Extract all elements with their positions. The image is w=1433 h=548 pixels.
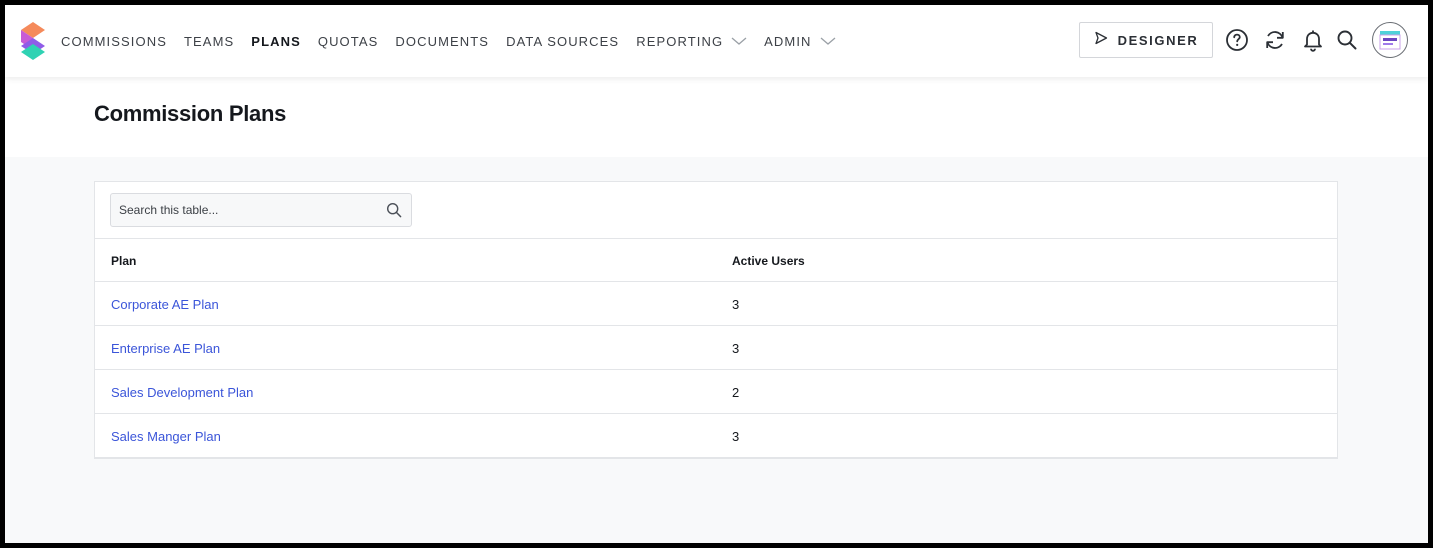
main-nav: COMMISSIONS TEAMS PLANS QUOTAS DOCUMENTS… bbox=[61, 5, 853, 77]
nav-item-label: DOCUMENTS bbox=[395, 33, 490, 49]
nav-item-admin[interactable]: ADMIN bbox=[764, 34, 835, 49]
nav-item-teams[interactable]: TEAMS bbox=[184, 34, 234, 49]
nav-item-label: REPORTING bbox=[636, 33, 724, 49]
table-row: Sales Manger Plan 3 bbox=[95, 414, 1337, 458]
designer-button-label: DESIGNER bbox=[1117, 32, 1199, 48]
plan-link[interactable]: Sales Manger Plan bbox=[111, 429, 221, 444]
bell-icon[interactable] bbox=[1301, 28, 1325, 52]
page-title: Commission Plans bbox=[94, 101, 287, 126]
page-header: Commission Plans bbox=[5, 77, 1428, 157]
table-search bbox=[110, 193, 412, 227]
table-row: Corporate AE Plan 3 bbox=[95, 282, 1337, 326]
active-users-value: 3 bbox=[732, 341, 740, 356]
nav-item-commissions[interactable]: COMMISSIONS bbox=[61, 34, 167, 49]
table-row: Enterprise AE Plan 3 bbox=[95, 326, 1337, 370]
active-users-value: 2 bbox=[732, 385, 740, 400]
top-navigation-bar: COMMISSIONS TEAMS PLANS QUOTAS DOCUMENTS… bbox=[5, 5, 1428, 77]
nav-item-label: DATA SOURCES bbox=[506, 33, 620, 49]
nav-item-label: ADMIN bbox=[764, 33, 812, 49]
refresh-icon[interactable] bbox=[1263, 28, 1287, 52]
app-logo[interactable] bbox=[19, 20, 47, 62]
table-row: Sales Development Plan 2 bbox=[95, 370, 1337, 414]
search-icon[interactable] bbox=[386, 202, 402, 218]
help-icon[interactable] bbox=[1225, 28, 1249, 52]
nav-item-label: QUOTAS bbox=[317, 33, 379, 49]
column-header-plan[interactable]: Plan bbox=[111, 254, 136, 268]
plan-link[interactable]: Enterprise AE Plan bbox=[111, 341, 220, 356]
chevron-down-icon bbox=[820, 36, 836, 46]
chevron-down-icon bbox=[731, 36, 747, 46]
active-users-value: 3 bbox=[732, 297, 740, 312]
nav-item-label: TEAMS bbox=[184, 33, 235, 49]
nav-item-documents[interactable]: DOCUMENTS bbox=[395, 34, 489, 49]
avatar[interactable] bbox=[1372, 22, 1408, 58]
designer-button[interactable]: DESIGNER bbox=[1079, 22, 1213, 58]
nav-item-label: COMMISSIONS bbox=[61, 33, 167, 49]
search-icon[interactable] bbox=[1335, 28, 1359, 52]
active-users-value: 3 bbox=[732, 429, 740, 444]
nav-item-label: PLANS bbox=[251, 33, 301, 49]
nav-item-reporting[interactable]: REPORTING bbox=[636, 34, 747, 49]
send-icon bbox=[1094, 31, 1108, 50]
nav-item-quotas[interactable]: QUOTAS bbox=[318, 34, 379, 49]
column-header-active-users[interactable]: Active Users bbox=[732, 254, 805, 268]
nav-item-plans[interactable]: PLANS bbox=[251, 34, 301, 49]
app-window: COMMISSIONS TEAMS PLANS QUOTAS DOCUMENTS… bbox=[5, 5, 1428, 543]
search-input[interactable] bbox=[111, 194, 381, 226]
table-header: Plan Active Users bbox=[95, 238, 1337, 282]
plans-table-card: Plan Active Users Corporate AE Plan 3 En… bbox=[94, 181, 1338, 459]
nav-item-data-sources[interactable]: DATA SOURCES bbox=[506, 34, 619, 49]
plan-link[interactable]: Sales Development Plan bbox=[111, 385, 253, 400]
plan-link[interactable]: Corporate AE Plan bbox=[111, 297, 219, 312]
